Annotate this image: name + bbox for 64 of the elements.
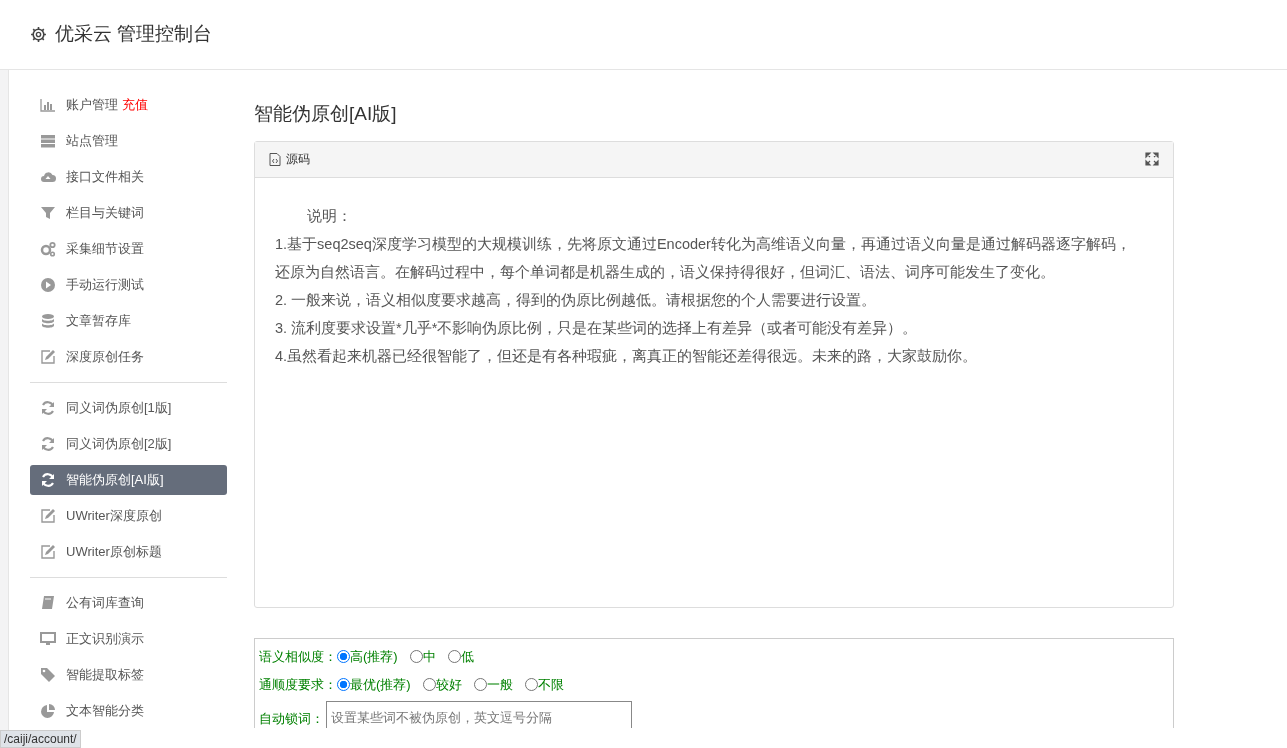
radio-option[interactable]: 中 bbox=[409, 646, 436, 667]
refresh-icon bbox=[40, 436, 56, 452]
sidebar-item[interactable]: 深度原创任务 bbox=[30, 342, 227, 372]
edit-icon bbox=[40, 508, 56, 524]
option-label: 自动锁词： bbox=[259, 709, 324, 728]
sidebar-item[interactable]: 公有词库查询 bbox=[30, 588, 227, 618]
play-icon bbox=[40, 277, 56, 293]
filter-icon bbox=[40, 205, 56, 221]
database-icon bbox=[40, 313, 56, 329]
edit-icon bbox=[40, 349, 56, 365]
app-title: 优采云 管理控制台 bbox=[55, 22, 213, 47]
sidebar-item[interactable]: 智能伪原创[AI版] bbox=[30, 465, 227, 495]
book-icon bbox=[40, 595, 56, 611]
sidebar-item[interactable]: 手动运行测试 bbox=[30, 270, 227, 300]
radio-button[interactable] bbox=[337, 650, 350, 663]
source-code-button[interactable]: 源码 bbox=[269, 150, 310, 168]
notes-paragraph: 2. 一般来说，语义相似度要求越高，得到的伪原比例越低。请根据您的个人需要进行设置。 bbox=[275, 290, 878, 310]
notes-heading: 说明： bbox=[306, 206, 353, 226]
radio-button[interactable] bbox=[447, 650, 461, 663]
code-file-icon bbox=[269, 152, 281, 166]
sidebar-item[interactable]: 文本智能分类 bbox=[30, 696, 227, 726]
option-label: 通顺度要求： bbox=[259, 675, 337, 694]
sidebar-item[interactable]: 同义词伪原创[1版] bbox=[30, 393, 227, 423]
sidebar-item[interactable]: UWriter原创标题 bbox=[30, 537, 227, 567]
sidebar-item[interactable]: 采集细节设置 bbox=[30, 234, 227, 264]
pie-chart-icon bbox=[40, 703, 56, 719]
cloud-upload-icon bbox=[40, 169, 56, 185]
radio-option[interactable]: 不限 bbox=[524, 674, 564, 695]
settings-icon bbox=[30, 26, 47, 43]
lock-words-field[interactable]: 设置某些词不被伪原创，英文逗号分隔 bbox=[326, 700, 632, 728]
edit-icon bbox=[40, 544, 56, 560]
monitor-icon bbox=[40, 631, 56, 647]
tag-icon bbox=[40, 667, 56, 683]
radio-button[interactable] bbox=[473, 678, 487, 691]
sidebar-item[interactable]: 智能提取标签 bbox=[30, 660, 227, 690]
radio-option[interactable]: 低 bbox=[447, 646, 474, 667]
link-preview-bar: /caiji/account/ bbox=[0, 730, 81, 748]
notes-paragraph: 1.基于seq2seq深度学习模型的大规模训练，先将原文通过Encoder转化为高维语义向量，再通过语义向量是通过解码器逐字解码，还原为自然语言。在解码过程中，每个单词都是机器生成的，语义保持得很好，但词汇、语法、词序可能发生了变化。 bbox=[275, 234, 1132, 282]
sidebar-item[interactable]: 正文识别演示 bbox=[30, 624, 227, 654]
sidebar-item[interactable]: UWriter深度原创 bbox=[30, 501, 227, 531]
sidebar-item[interactable]: 同义词伪原创[2版] bbox=[30, 429, 227, 459]
radio-option[interactable]: 高(推荐) bbox=[337, 646, 398, 667]
fullscreen-icon[interactable] bbox=[1145, 152, 1159, 166]
refresh-icon bbox=[40, 400, 56, 416]
radio-option[interactable]: 一般 bbox=[473, 674, 513, 695]
sidebar-item[interactable]: 文章暂存库 bbox=[30, 306, 227, 336]
radio-option[interactable]: 较好 bbox=[422, 674, 462, 695]
notes-paragraph: 3. 流利度要求设置*几乎*不影响伪原比例，只是在某些词的选择上有差异（或者可能没有差异）。 bbox=[275, 318, 919, 338]
bar-chart-icon bbox=[40, 97, 56, 113]
refresh-icon bbox=[40, 472, 56, 488]
radio-button[interactable] bbox=[524, 678, 538, 691]
radio-option[interactable]: 最优(推荐) bbox=[337, 674, 411, 695]
sidebar-item[interactable]: 站点管理 bbox=[30, 126, 227, 156]
notes-paragraph: 4.虽然看起来机器已经很智能了，但还是有各种瑕疵，离真正的智能还差得很远。未来的路，大家鼓励你。 bbox=[275, 346, 979, 366]
page-title: 智能伪原创[AI版] bbox=[254, 102, 398, 126]
sidebar-item[interactable]: 账户管理 充值 bbox=[30, 90, 227, 120]
option-label: 语义相似度： bbox=[259, 647, 337, 666]
radio-button[interactable] bbox=[337, 678, 350, 691]
gears-icon bbox=[40, 241, 56, 257]
radio-button[interactable] bbox=[409, 650, 423, 663]
sidebar-item[interactable]: 栏目与关键词 bbox=[30, 198, 227, 228]
sidebar-item[interactable]: 接口文件相关 bbox=[30, 162, 227, 192]
radio-button[interactable] bbox=[422, 678, 436, 691]
server-icon bbox=[40, 133, 56, 149]
